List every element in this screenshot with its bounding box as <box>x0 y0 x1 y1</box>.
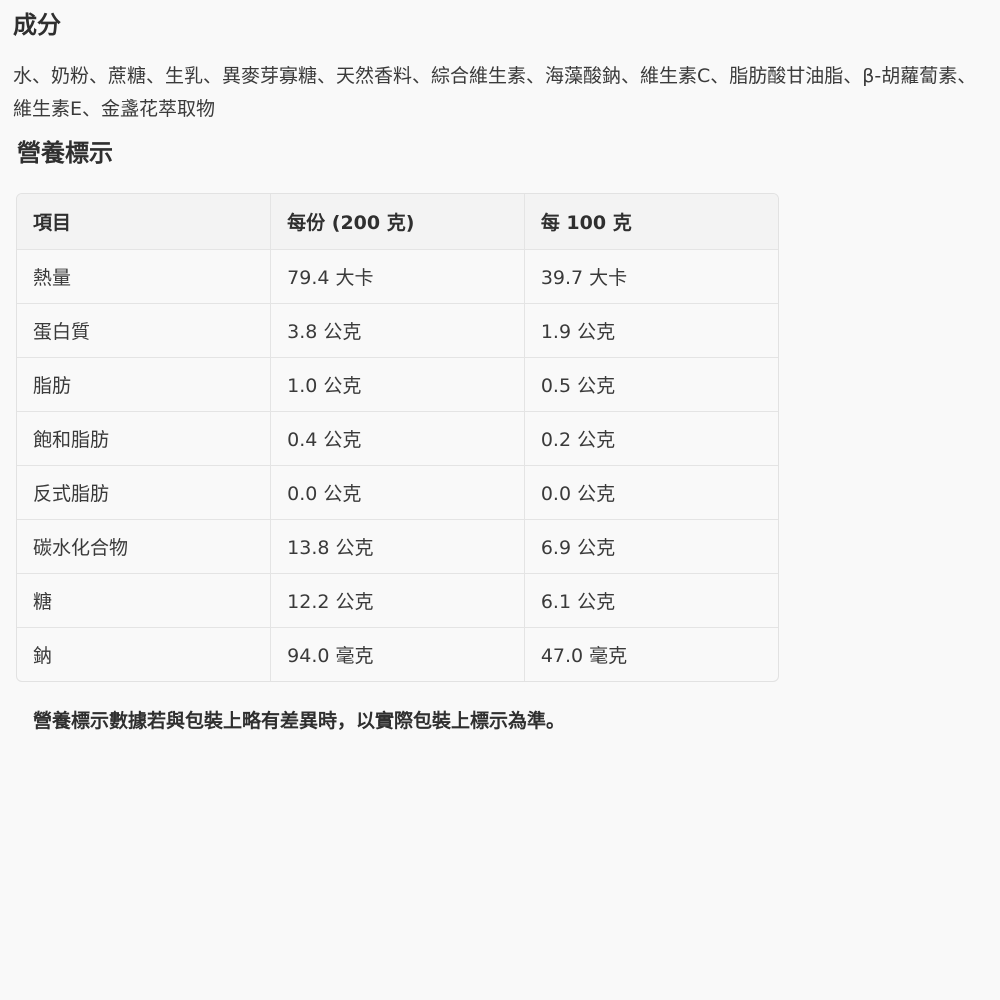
per-100g-value: 39.7 大卡 <box>524 249 778 304</box>
per-serving-value: 0.4 公克 <box>270 411 525 466</box>
per-serving-value: 79.4 大卡 <box>270 249 525 304</box>
column-header-per-serving: 每份 (200 克) <box>270 194 525 250</box>
table-row: 反式脂肪 0.0 公克 0.0 公克 <box>17 465 778 520</box>
table-row: 蛋白質 3.8 公克 1.9 公克 <box>17 303 778 358</box>
table-row: 碳水化合物 13.8 公克 6.9 公克 <box>17 519 778 574</box>
nutrient-name: 飽和脂肪 <box>17 411 272 466</box>
table-row: 糖 12.2 公克 6.1 公克 <box>17 573 778 628</box>
per-serving-value: 3.8 公克 <box>270 303 525 358</box>
per-100g-value: 0.0 公克 <box>524 465 778 520</box>
per-serving-value: 94.0 毫克 <box>270 627 525 681</box>
nutrition-disclaimer: 營養標示數據若與包裝上略有差異時，以實際包裝上標示為準。 <box>33 710 566 732</box>
nutrient-name: 脂肪 <box>17 357 272 412</box>
table-row: 熱量 79.4 大卡 39.7 大卡 <box>17 249 778 304</box>
column-header-item: 項目 <box>17 194 272 250</box>
nutrient-name: 蛋白質 <box>17 303 272 358</box>
per-serving-value: 1.0 公克 <box>270 357 525 412</box>
table-row: 飽和脂肪 0.4 公克 0.2 公克 <box>17 411 778 466</box>
table-header-row: 項目 每份 (200 克) 每 100 克 <box>17 194 778 250</box>
per-serving-value: 13.8 公克 <box>270 519 525 574</box>
per-100g-value: 1.9 公克 <box>524 303 778 358</box>
per-100g-value: 47.0 毫克 <box>540 644 628 667</box>
per-100g-value: 0.5 公克 <box>524 357 778 412</box>
nutrient-name: 碳水化合物 <box>17 519 272 574</box>
per-100g-value: 6.1 公克 <box>524 573 778 628</box>
per-100g-value: 0.2 公克 <box>524 411 778 466</box>
nutrient-name: 糖 <box>17 573 272 628</box>
nutrient-name: 熱量 <box>17 249 272 304</box>
nutrition-table: 項目 每份 (200 克) 每 100 克 熱量 79.4 大卡 39.7 大卡… <box>16 193 779 682</box>
nutrient-name: 鈉 <box>17 627 272 681</box>
table-row: 脂肪 1.0 公克 0.5 公克 <box>17 357 778 412</box>
column-header-per-100g: 每 100 克 <box>524 194 778 250</box>
ingredients-heading: 成分 <box>13 11 61 39</box>
per-serving-value: 0.0 公克 <box>270 465 525 520</box>
table-row: 鈉 94.0 毫克 47.0 毫克 <box>17 627 778 681</box>
per-100g-value: 6.9 公克 <box>524 519 778 574</box>
nutrition-heading: 營養標示 <box>17 139 113 167</box>
ingredients-text: 水、奶粉、蔗糖、生乳、異麥芽寡糖、天然香料、綜合維生素、海藻酸鈉、維生素C、脂肪… <box>13 65 977 120</box>
nutrient-name: 反式脂肪 <box>17 465 272 520</box>
per-serving-value: 12.2 公克 <box>270 573 525 628</box>
